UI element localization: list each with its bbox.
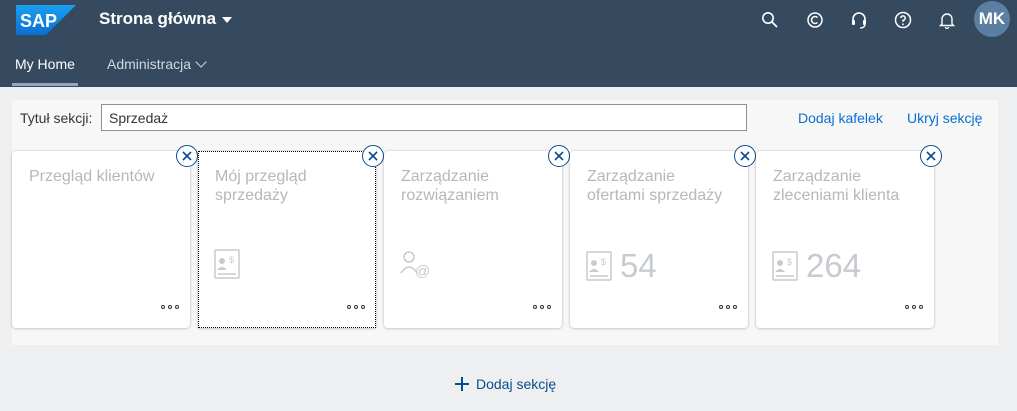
nav-tabs: My Home Administracja	[0, 50, 1017, 87]
close-icon	[926, 151, 936, 161]
tile-my-sales-overview[interactable]: Mój przegląd sprzedaży $	[198, 145, 384, 328]
more-options-icon[interactable]	[347, 305, 365, 309]
tile-footer: @	[400, 249, 432, 279]
copilot-icon[interactable]	[802, 7, 828, 33]
remove-tile-button[interactable]	[362, 145, 384, 167]
tile-sales-quotations[interactable]: Zarządzanie ofertami sprzedaży $ 54	[570, 145, 756, 328]
tile-title: Zarządzanie zleceniami klienta	[773, 168, 900, 204]
sales-document-icon: $	[772, 251, 798, 281]
sap-logo-text: SAP	[20, 11, 57, 31]
tab-my-home[interactable]: My Home	[15, 56, 75, 72]
caret-down-icon	[222, 17, 233, 23]
tile-solution-management[interactable]: Zarządzanie rozwiązaniem @	[384, 145, 570, 328]
app-title-menu[interactable]: Strona główna	[99, 9, 233, 29]
add-tile-link[interactable]: Dodaj kafelek	[798, 110, 883, 126]
headset-icon[interactable]	[846, 7, 872, 33]
tile-title: Mój przegląd sprzedaży	[215, 168, 307, 204]
tile-footer: $	[214, 249, 240, 279]
section-title-label: Tytuł sekcji:	[20, 110, 93, 126]
user-avatar[interactable]: MK	[974, 1, 1010, 37]
shell-header: SAP Strona główna MK My Home Administrac…	[0, 0, 1017, 87]
avatar-initials: MK	[978, 9, 1006, 28]
remove-tile-button[interactable]	[548, 145, 570, 167]
svg-text:$: $	[229, 255, 234, 265]
tile-sales-orders[interactable]: Zarządzanie zleceniami klienta $ 264	[756, 145, 942, 328]
tile-count: 264	[806, 247, 862, 284]
section-panel: Tytuł sekcji: Dodaj kafelek Ukryj sekcję…	[12, 100, 998, 345]
sales-document-icon: $	[214, 249, 240, 279]
more-options-icon[interactable]	[719, 305, 737, 309]
sales-document-icon: $	[586, 251, 612, 281]
tile-title: Przegląd klientów	[29, 168, 155, 185]
close-icon	[182, 151, 192, 161]
more-options-icon[interactable]	[905, 305, 923, 309]
more-options-icon[interactable]	[161, 305, 179, 309]
svg-text:@: @	[415, 263, 430, 279]
tab-administracja[interactable]: Administracja	[107, 56, 207, 72]
hide-section-link[interactable]: Ukryj sekcję	[907, 110, 982, 126]
tile-title: Zarządzanie rozwiązaniem	[401, 168, 499, 204]
customer-contact-icon: @	[400, 251, 430, 279]
svg-text:$: $	[601, 257, 606, 267]
tab-administracja-label: Administracja	[107, 56, 192, 72]
remove-tile-button[interactable]	[734, 145, 756, 167]
search-icon[interactable]	[757, 7, 783, 33]
close-icon	[554, 151, 564, 161]
chevron-down-icon	[195, 56, 207, 68]
add-section-label: Dodaj sekcję	[476, 376, 557, 392]
section-title-input[interactable]	[101, 104, 747, 131]
add-icon	[455, 377, 469, 391]
svg-text:$: $	[787, 257, 792, 267]
tile-footer: $ 264	[772, 249, 861, 283]
close-icon	[368, 151, 378, 161]
app-title: Strona główna	[99, 9, 217, 28]
add-section-button[interactable]: Dodaj sekcję	[455, 376, 556, 392]
notification-icon[interactable]	[934, 7, 960, 33]
active-tab-indicator	[12, 83, 78, 86]
help-icon[interactable]	[890, 7, 916, 33]
tile-customer-overview[interactable]: Przegląd klientów	[12, 145, 198, 328]
remove-tile-button[interactable]	[920, 145, 942, 167]
tile-title: Zarządzanie ofertami sprzedaży	[587, 168, 723, 204]
remove-tile-button[interactable]	[176, 145, 198, 167]
tab-my-home-label: My Home	[15, 56, 75, 72]
more-options-icon[interactable]	[533, 305, 551, 309]
sap-logo[interactable]: SAP	[16, 5, 76, 35]
tile-count: 54	[620, 247, 657, 284]
close-icon	[740, 151, 750, 161]
tile-footer: $ 54	[586, 249, 657, 283]
